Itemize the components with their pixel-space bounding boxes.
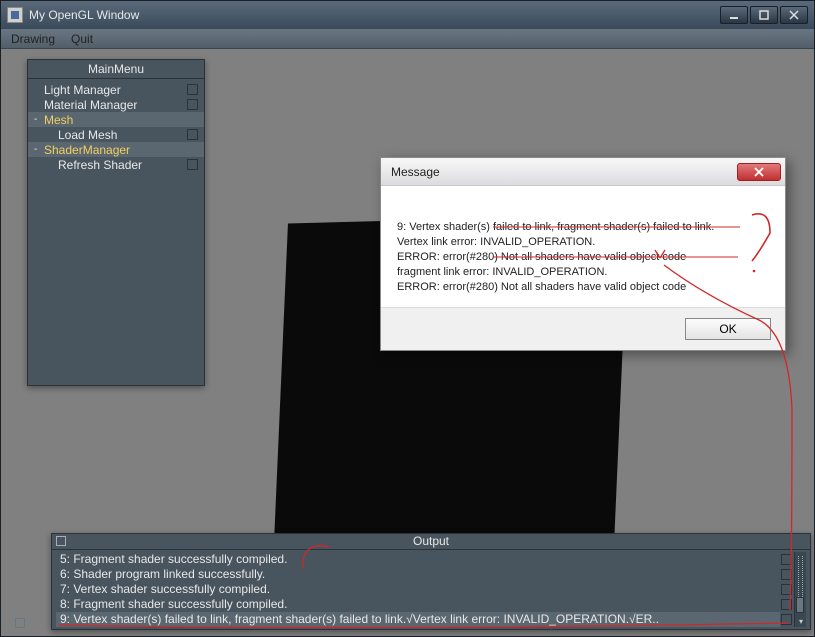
- dialog-titlebar[interactable]: Message: [381, 158, 785, 186]
- app-icon: [7, 7, 23, 23]
- menu-checkbox[interactable]: [187, 84, 198, 95]
- scrollbar-thumb[interactable]: [796, 597, 804, 613]
- menu-item-light-manager[interactable]: Light Manager: [28, 82, 204, 97]
- close-button[interactable]: [780, 6, 808, 24]
- menu-quit[interactable]: Quit: [71, 32, 93, 46]
- output-line: 6: Shader program linked successfully.: [56, 567, 780, 582]
- menu-checkbox[interactable]: [187, 99, 198, 110]
- dialog-line: Vertex link error: INVALID_OPERATION.: [397, 235, 769, 250]
- menu-item-shadermanager[interactable]: -ShaderManager: [28, 142, 204, 157]
- window-controls: [720, 6, 808, 24]
- expander-icon: -: [34, 144, 42, 155]
- menu-item-label: Material Manager: [44, 98, 187, 112]
- dialog-body: 9: Vertex shader(s) failed to link, frag…: [381, 186, 785, 307]
- scroll-down-icon[interactable]: ▾: [797, 617, 805, 625]
- dialog-title: Message: [391, 165, 737, 179]
- message-dialog: Message 9: Vertex shader(s) failed to li…: [380, 157, 786, 351]
- output-line: 5: Fragment shader successfully compiled…: [56, 552, 780, 567]
- dialog-footer: OK: [381, 307, 785, 350]
- maximize-button[interactable]: [750, 6, 778, 24]
- menubar: Drawing Quit: [1, 29, 814, 49]
- output-pin-icon[interactable]: [56, 536, 66, 546]
- titlebar[interactable]: My OpenGL Window: [1, 1, 814, 29]
- main-menu-list: Light ManagerMaterial Manager-MeshLoad M…: [28, 79, 204, 175]
- dialog-line: fragment link error: INVALID_OPERATION.: [397, 265, 769, 280]
- dialog-close-button[interactable]: [737, 163, 781, 181]
- expander-icon: -: [34, 114, 42, 125]
- menu-checkbox[interactable]: [187, 159, 198, 170]
- menu-item-label: Refresh Shader: [58, 158, 187, 172]
- menu-item-load-mesh[interactable]: Load Mesh: [28, 127, 204, 142]
- minimize-button[interactable]: [720, 6, 748, 24]
- menu-item-label: ShaderManager: [44, 143, 198, 157]
- output-scrollbar[interactable]: ▾: [794, 552, 806, 627]
- dialog-line: ERROR: error(#280) Not all shaders have …: [397, 250, 769, 265]
- line-checkbox[interactable]: [781, 599, 792, 610]
- output-panel: Output 5: Fragment shader successfully c…: [51, 533, 811, 630]
- line-checkbox[interactable]: [781, 554, 792, 565]
- menu-drawing[interactable]: Drawing: [11, 32, 55, 46]
- menu-checkbox[interactable]: [187, 129, 198, 140]
- main-menu-panel: MainMenu Light ManagerMaterial Manager-M…: [27, 59, 205, 386]
- window-title: My OpenGL Window: [29, 8, 720, 22]
- dialog-line: 9: Vertex shader(s) failed to link, frag…: [397, 220, 769, 235]
- menu-item-refresh-shader[interactable]: Refresh Shader: [28, 157, 204, 172]
- menu-item-mesh[interactable]: -Mesh: [28, 112, 204, 127]
- line-checkbox[interactable]: [781, 569, 792, 580]
- main-menu-title: MainMenu: [28, 60, 204, 79]
- menu-item-label: Load Mesh: [58, 128, 187, 142]
- output-line[interactable]: 9: Vertex shader(s) failed to link, frag…: [56, 612, 780, 627]
- output-line: 8: Fragment shader successfully compiled…: [56, 597, 780, 612]
- viewport-3d[interactable]: MainMenu Light ManagerMaterial Manager-M…: [1, 49, 814, 636]
- menu-item-label: Mesh: [44, 113, 198, 127]
- output-checkboxes: [780, 552, 794, 627]
- menu-item-label: Light Manager: [44, 83, 187, 97]
- line-checkbox[interactable]: [781, 614, 792, 625]
- ok-button[interactable]: OK: [685, 318, 771, 340]
- dialog-line: ERROR: error(#280) Not all shaders have …: [397, 280, 769, 295]
- menu-item-material-manager[interactable]: Material Manager: [28, 97, 204, 112]
- output-text: 5: Fragment shader successfully compiled…: [56, 552, 780, 627]
- output-line: 7: Vertex shader successfully compiled.: [56, 582, 780, 597]
- output-title[interactable]: Output: [52, 534, 810, 550]
- viewport-corner-icon[interactable]: [15, 618, 25, 628]
- line-checkbox[interactable]: [781, 584, 792, 595]
- app-window: My OpenGL Window Drawing Quit MainMenu L…: [0, 0, 815, 637]
